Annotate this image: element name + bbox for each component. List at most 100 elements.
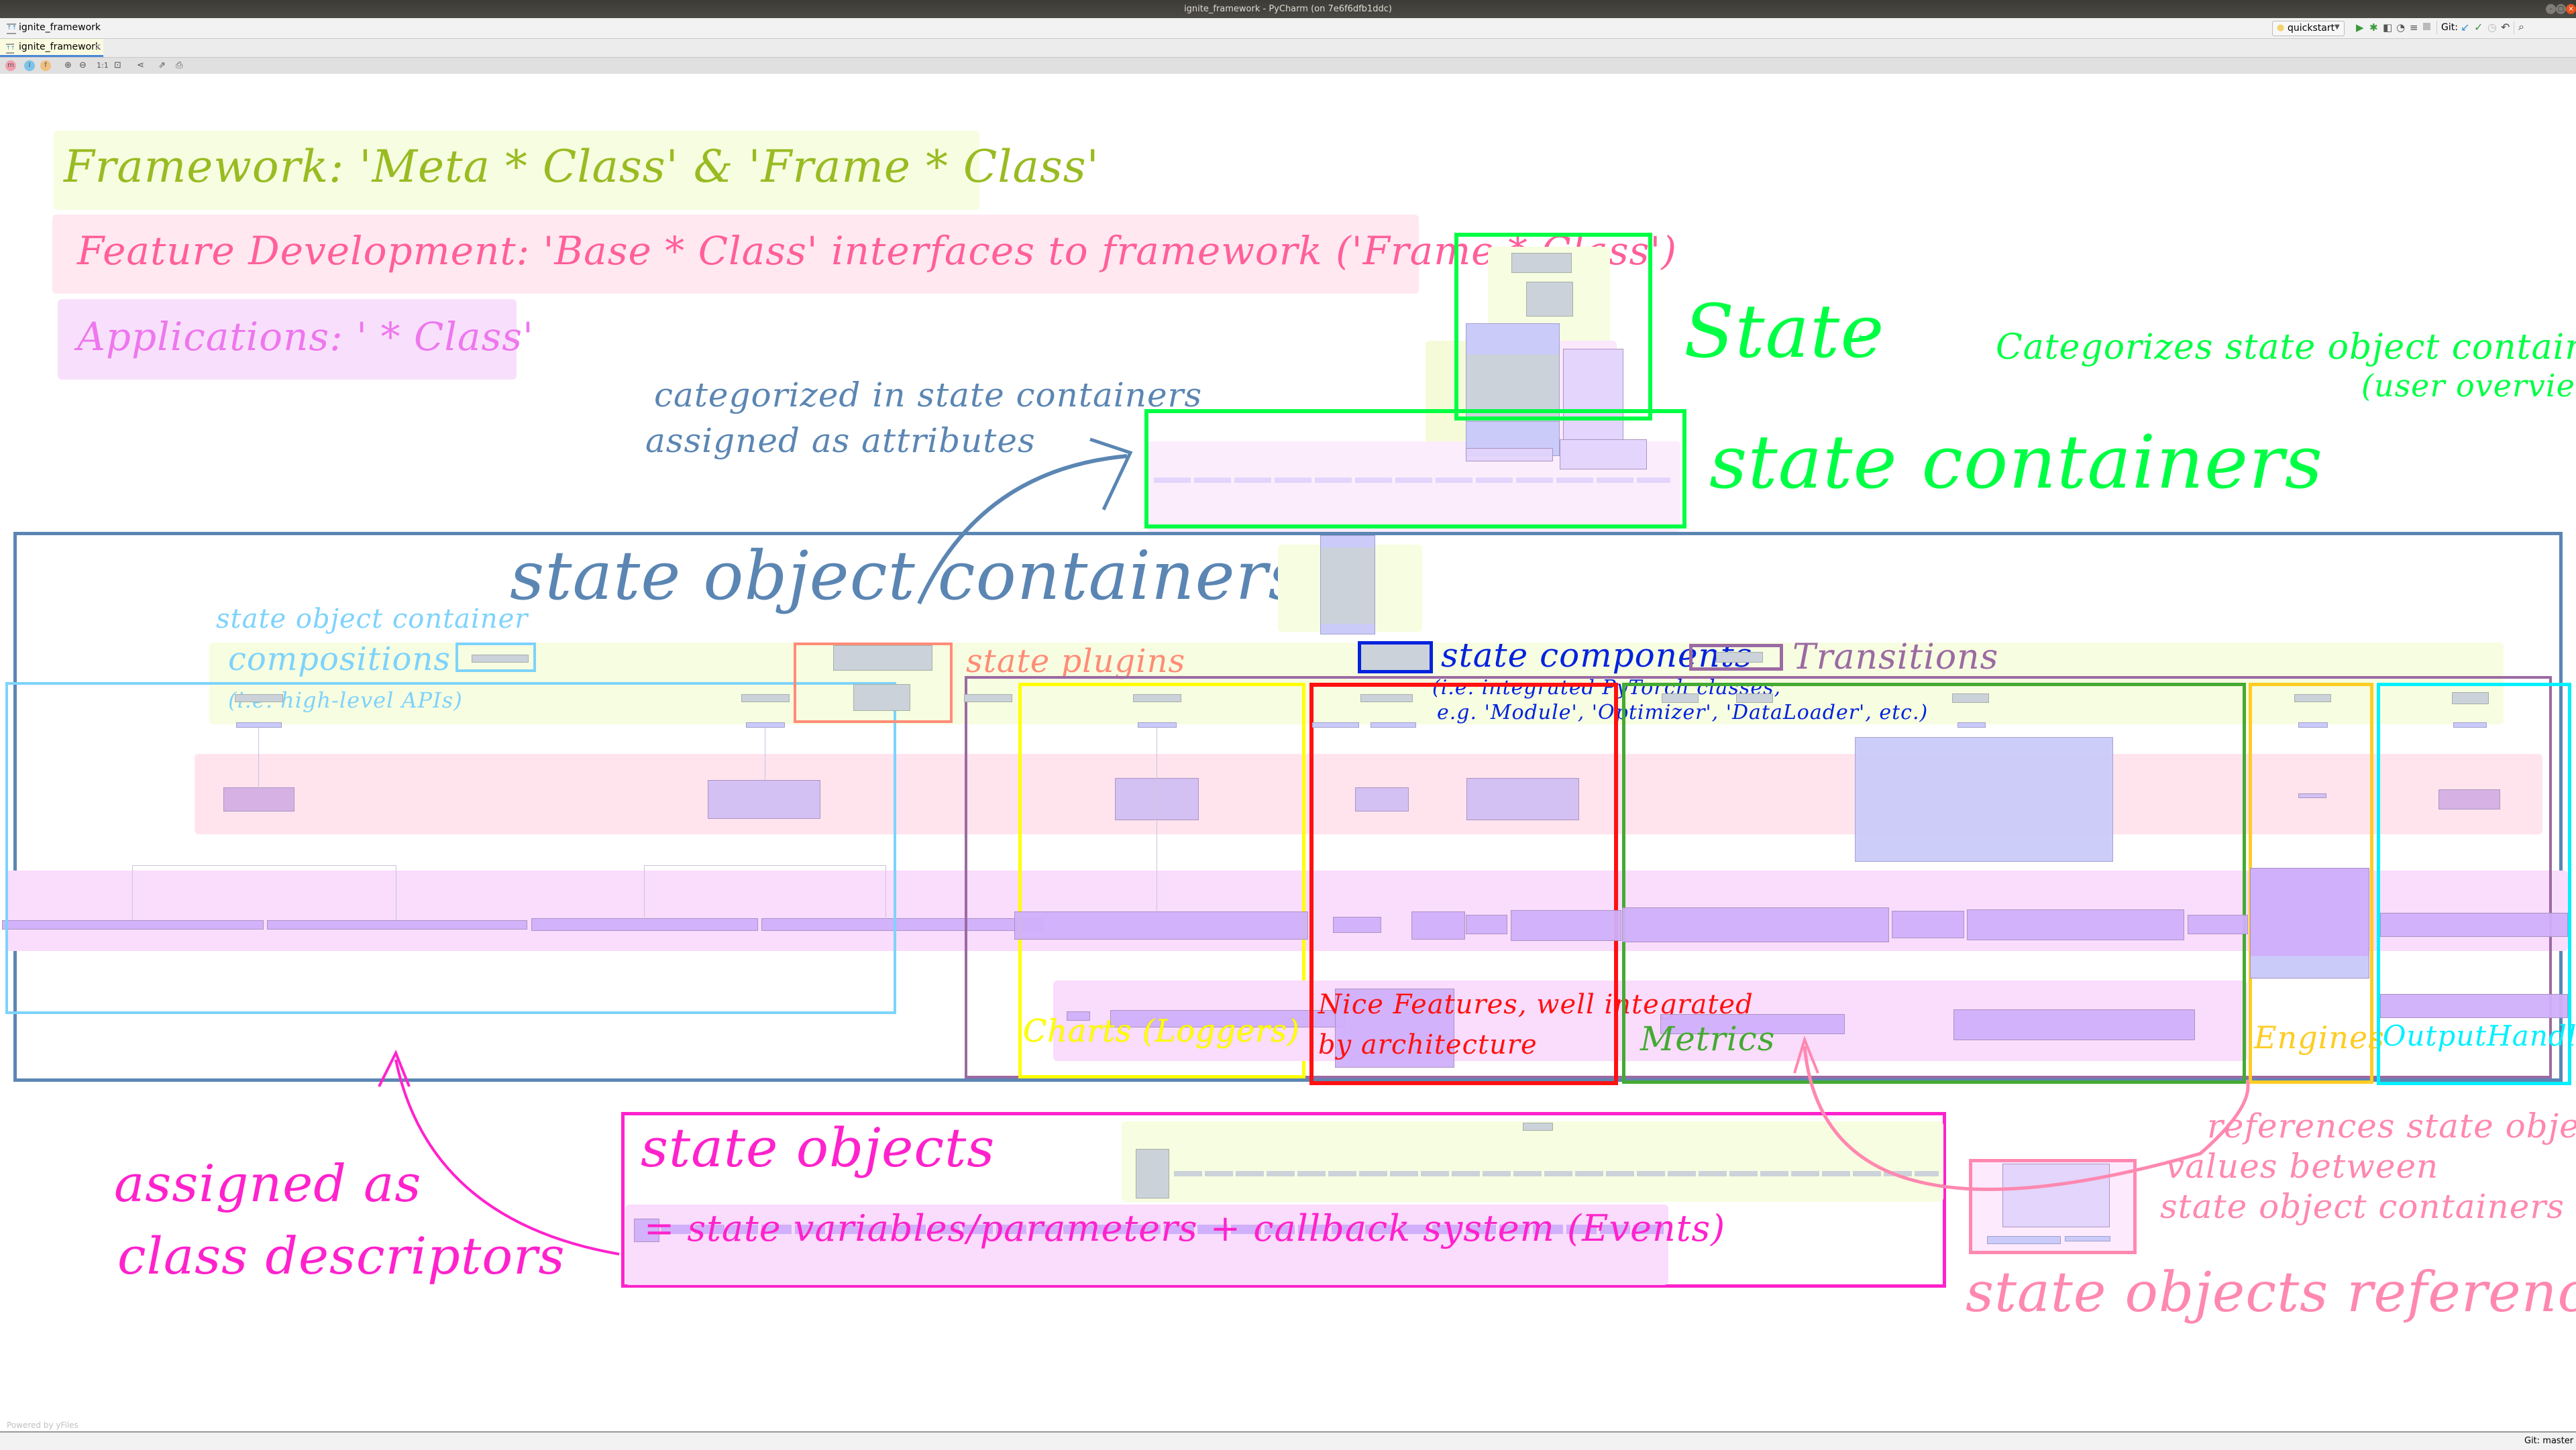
engine-application-node[interactable] xyxy=(2250,868,2369,979)
engines-label: Engines xyxy=(2254,1019,2385,1056)
show-methods-toggle[interactable]: m xyxy=(5,60,16,71)
descriptors-arrow-icon xyxy=(378,1050,620,1256)
metrics-label: Metrics xyxy=(1640,1019,1776,1058)
fit-content-icon[interactable]: ⊡ xyxy=(114,60,121,72)
actual-size-button[interactable]: 1:1 xyxy=(97,60,109,72)
status-bar: Git: master xyxy=(0,1431,2576,1450)
charts-label: Charts (Loggers) xyxy=(1023,1013,1300,1049)
close-tab-icon[interactable]: × xyxy=(94,42,102,52)
metric-feature-node[interactable] xyxy=(1855,737,2113,862)
output-handler-application-node[interactable] xyxy=(2380,913,2568,937)
diagram-toolbar: m I f ⊕ ⊖ 1:1 ⊡ ⋖ ⇗ ⎙ xyxy=(0,58,2576,74)
editor-tab-bar: ↑↑ ignite_framework × xyxy=(0,39,2576,58)
search-icon[interactable]: ⌕ xyxy=(2518,20,2524,34)
window-title: ignite_framework - PyCharm (on 7e6f6dfb1… xyxy=(1184,4,1392,14)
debug-icon[interactable]: ✱ xyxy=(2369,21,2378,34)
metric-node[interactable] xyxy=(1736,693,1773,703)
compositions-annotation-2: compositions xyxy=(228,640,451,678)
state-plugins-label: state plugins xyxy=(966,643,1186,680)
python-icon: ● xyxy=(2277,23,2285,33)
metric-application-node[interactable] xyxy=(2188,915,2248,934)
application-node[interactable] xyxy=(1333,917,1381,933)
state-highlight-box xyxy=(1454,233,1652,421)
base-class-node[interactable] xyxy=(1312,722,1359,728)
metric-application-node[interactable] xyxy=(1892,911,1964,938)
history-icon[interactable]: ◷ xyxy=(2487,21,2497,34)
engine-node[interactable] xyxy=(2294,694,2331,702)
metric-base-node[interactable] xyxy=(1957,722,1986,728)
separator xyxy=(2436,21,2437,34)
window-titlebar: ignite_framework - PyCharm (on 7e6f6dfb1… xyxy=(0,0,2576,18)
git-update-icon[interactable]: ↙ xyxy=(2461,21,2469,34)
metric-node[interactable] xyxy=(1952,693,1989,703)
maximize-button[interactable]: □ xyxy=(2556,4,2566,14)
close-button[interactable]: × xyxy=(2566,4,2576,14)
state-containers-label: state containers xyxy=(1709,419,2324,505)
feature-component-node[interactable] xyxy=(1360,694,1413,702)
references-annotation-1: references state object xyxy=(2207,1107,2576,1146)
diagram-canvas[interactable]: Framework: 'Meta * Class' & 'Frame * Cla… xyxy=(0,74,2576,1430)
state-label: State xyxy=(1684,288,1885,374)
zoom-in-icon[interactable]: ⊕ xyxy=(64,60,72,72)
coverage-icon[interactable]: ◧ xyxy=(2383,21,2392,34)
application-node[interactable] xyxy=(1411,911,1465,940)
state-plugin-base-node[interactable] xyxy=(833,645,932,671)
chart-node[interactable] xyxy=(1133,694,1181,702)
feature-node[interactable] xyxy=(1355,787,1409,812)
diagram-icon: ↑↑ xyxy=(7,23,17,34)
state-object-base-node[interactable] xyxy=(1136,1149,1169,1198)
run-icon[interactable]: ▶ xyxy=(2356,21,2364,34)
transition-node[interactable] xyxy=(964,694,1012,702)
git-branch-widget[interactable]: Git: master xyxy=(2524,1436,2573,1446)
chart-application-node[interactable] xyxy=(1014,911,1308,940)
application-node[interactable] xyxy=(1511,910,1621,941)
tab-ignite-framework[interactable]: ↑↑ ignite_framework × xyxy=(0,39,103,57)
output-handler-node[interactable] xyxy=(2452,692,2489,704)
base-class-node[interactable] xyxy=(1371,722,1416,728)
application-node[interactable] xyxy=(1466,915,1507,934)
state-description-sub: (user overview) xyxy=(2361,368,2576,404)
state-object-container-base-node[interactable] xyxy=(1320,535,1375,634)
compositions-annotation-1: state object container xyxy=(216,604,529,634)
transitions-node[interactable] xyxy=(1716,652,1763,663)
rollback-icon[interactable]: ↶ xyxy=(2501,21,2510,34)
show-fields-toggle[interactable]: f xyxy=(40,60,51,71)
state-plugin-node[interactable] xyxy=(853,684,910,711)
state-object-containers-label: state object containers xyxy=(510,537,1303,615)
state-containers-highlight-box xyxy=(1144,409,1686,528)
show-inner-classes-toggle[interactable]: I xyxy=(24,60,35,71)
layout-icon[interactable]: ⋖ xyxy=(137,60,144,72)
zoom-out-icon[interactable]: ⊖ xyxy=(79,60,87,72)
export-icon[interactable]: ⇗ xyxy=(158,60,166,72)
state-objects-label: state objects xyxy=(641,1117,996,1179)
run-config-label: quickstart xyxy=(2288,23,2335,34)
chart-base-node[interactable] xyxy=(1138,722,1177,728)
output-handler-feature-node[interactable] xyxy=(2438,789,2500,810)
run-config-select[interactable]: ● quickstart ▼ xyxy=(2272,21,2345,36)
minimize-button[interactable]: – xyxy=(2546,4,2556,14)
stop-icon[interactable] xyxy=(2423,23,2430,30)
engine-feature-node[interactable] xyxy=(2298,793,2326,798)
breadcrumb[interactable]: ignite_framework xyxy=(19,22,101,33)
git-commit-icon[interactable]: ✓ xyxy=(2474,21,2483,34)
output-handlers-label: OutputHandlers xyxy=(2383,1019,2576,1052)
references-arrow-icon xyxy=(1793,1035,2250,1191)
state-components-legend-box xyxy=(1358,641,1433,673)
tab-label: ignite_framework xyxy=(19,42,101,52)
feature-node[interactable] xyxy=(1466,778,1579,820)
profile-icon[interactable]: ◔ xyxy=(2396,21,2405,34)
print-icon[interactable]: ⎙ xyxy=(176,60,182,72)
metric-application-node[interactable] xyxy=(1967,909,2184,940)
concurrency-icon[interactable]: ≡ xyxy=(2410,21,2418,34)
transitions-label: Transitions xyxy=(1792,637,1999,677)
composition-legend-box xyxy=(455,643,536,672)
git-label: Git: xyxy=(2441,22,2458,33)
state-object-meta-node[interactable] xyxy=(1523,1123,1553,1131)
metric-node[interactable] xyxy=(1662,693,1699,703)
output-handler-leaf-node[interactable] xyxy=(2380,994,2568,1018)
output-handler-base-node[interactable] xyxy=(2453,722,2487,728)
state-objects-description: = state variables/parameters + callback … xyxy=(644,1207,1726,1249)
engine-base-node[interactable] xyxy=(2298,722,2328,728)
metric-application-node[interactable] xyxy=(1622,907,1889,942)
nice-features-label-2: by architecture xyxy=(1318,1029,1538,1060)
